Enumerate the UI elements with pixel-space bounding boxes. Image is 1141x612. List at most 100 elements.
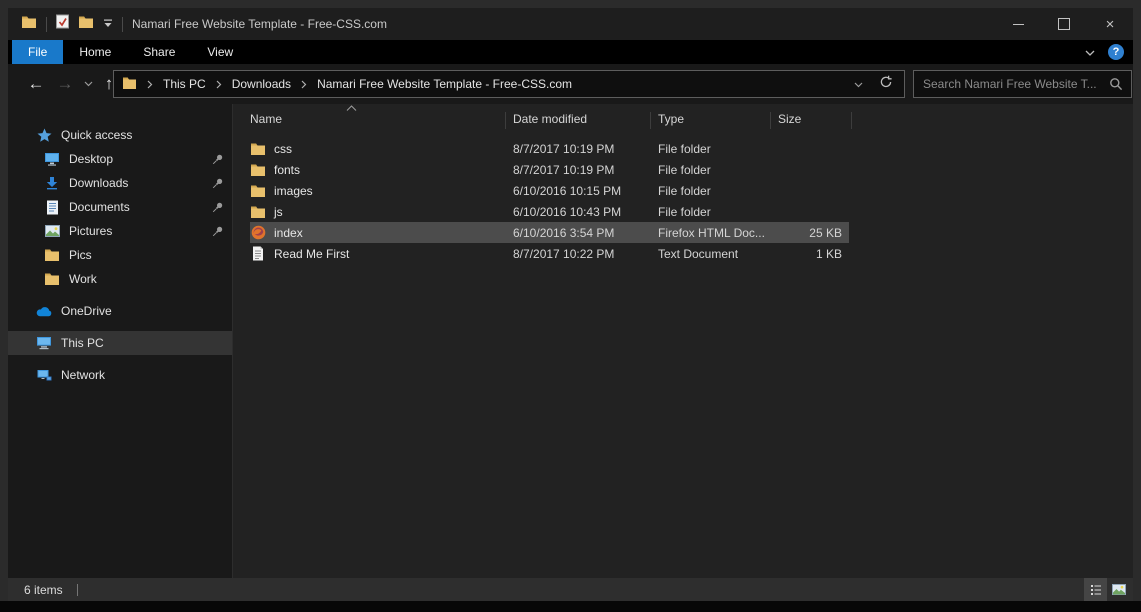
forward-button[interactable]: → — [54, 64, 76, 104]
column-separator[interactable] — [770, 112, 771, 129]
column-header-name[interactable]: Name — [250, 112, 282, 126]
sidebar-item-label: Documents — [69, 200, 130, 214]
address-bar-controls — [854, 75, 904, 94]
column-separator[interactable] — [505, 112, 506, 129]
file-row-css[interactable]: css8/7/2017 10:19 PMFile folder — [250, 138, 849, 159]
help-icon[interactable]: ? — [1108, 44, 1124, 60]
breadcrumb-item[interactable]: Downloads — [232, 77, 291, 91]
ribbon-expand-chevron-icon[interactable] — [1085, 43, 1095, 61]
refresh-icon[interactable] — [879, 75, 893, 94]
sort-ascending-icon[interactable] — [346, 105, 357, 111]
file-row-images[interactable]: images6/10/2016 10:15 PMFile folder — [250, 180, 849, 201]
sidebar-item-this-pc[interactable]: This PC — [8, 331, 232, 355]
sidebar-item-label: Desktop — [69, 152, 113, 166]
tab-share[interactable]: Share — [127, 40, 191, 64]
sidebar-item-label: Pics — [69, 248, 92, 262]
file-type-cell: File folder — [658, 163, 778, 177]
pin-icon[interactable] — [212, 177, 224, 189]
breadcrumb-item[interactable]: This PC — [163, 77, 206, 91]
search-icon[interactable] — [1109, 77, 1131, 91]
close-button[interactable]: × — [1087, 8, 1133, 40]
search-input[interactable] — [914, 77, 1109, 91]
column-separator[interactable] — [851, 112, 852, 129]
folder-icon — [250, 184, 266, 198]
column-header-type[interactable]: Type — [658, 112, 684, 126]
address-dropdown-chevron-icon[interactable] — [854, 75, 863, 93]
file-rows: css8/7/2017 10:19 PMFile folderfonts8/7/… — [233, 138, 1133, 264]
breadcrumb-chevron-icon[interactable] — [301, 80, 307, 89]
file-name-label: css — [274, 142, 292, 156]
sidebar-item-label: This PC — [61, 336, 104, 350]
maximize-icon — [1058, 18, 1070, 30]
tab-view[interactable]: View — [191, 40, 249, 64]
customize-quick-access-icon[interactable] — [103, 15, 113, 33]
ribbon-right-controls: ? — [1085, 40, 1124, 64]
quick-access-toolbar — [8, 14, 123, 34]
details-view-button[interactable] — [1084, 578, 1107, 601]
sidebar-item-downloads[interactable]: Downloads — [8, 171, 232, 195]
address-bar[interactable]: This PC Downloads Namari Free Website Temp… — [113, 70, 905, 98]
folder-icon — [250, 163, 266, 177]
file-row-read-me-first[interactable]: Read Me First8/7/2017 10:22 PMText Docum… — [250, 243, 849, 264]
file-date-cell: 6/10/2016 10:43 PM — [513, 205, 658, 219]
file-row-js[interactable]: js6/10/2016 10:43 PMFile folder — [250, 201, 849, 222]
maximize-button[interactable] — [1041, 8, 1087, 40]
sidebar-item-label: Downloads — [69, 176, 128, 190]
sidebar-item-onedrive[interactable]: OneDrive — [8, 299, 232, 323]
window-controls: × — [995, 8, 1133, 40]
file-date-cell: 6/10/2016 10:15 PM — [513, 184, 658, 198]
sidebar-item-quick-access[interactable]: Quick access — [8, 123, 232, 147]
properties-icon[interactable] — [56, 14, 69, 34]
sidebar-item-network[interactable]: Network — [8, 363, 232, 387]
minimize-button[interactable] — [995, 8, 1041, 40]
file-name-label: js — [274, 205, 283, 219]
titlebar-separator — [46, 17, 47, 32]
pin-icon[interactable] — [212, 225, 224, 237]
search-box — [913, 70, 1132, 98]
sidebar-item-pics[interactable]: Pics — [8, 243, 232, 267]
file-name-cell: js — [250, 205, 513, 219]
navigation-bar: ← → ↑ This PCDownloadsNamari Free Websit… — [8, 64, 1133, 104]
sidebar-item-documents[interactable]: Documents — [8, 195, 232, 219]
sidebar-item-work[interactable]: Work — [8, 267, 232, 291]
file-type-cell: Firefox HTML Doc... — [658, 226, 778, 240]
breadcrumb-chevron-icon[interactable] — [216, 80, 222, 89]
file-date-cell: 8/7/2017 10:22 PM — [513, 247, 658, 261]
file-type-cell: File folder — [658, 142, 778, 156]
titlebar: Namari Free Website Template - Free-CSS.… — [8, 8, 1133, 40]
file-name-label: index — [274, 226, 303, 240]
sidebar-item-label: Network — [61, 368, 105, 382]
sidebar-item-label: Quick access — [61, 128, 132, 142]
large-icons-view-button[interactable] — [1107, 578, 1130, 601]
back-button[interactable]: ← — [25, 64, 47, 104]
file-name-cell: Read Me First — [250, 246, 513, 261]
cloud-icon — [36, 306, 52, 317]
tab-home[interactable]: Home — [63, 40, 127, 64]
file-row-index[interactable]: index6/10/2016 3:54 PMFirefox HTML Doc..… — [250, 222, 849, 243]
file-name-cell: index — [250, 225, 513, 240]
explorer-window: Namari Free Website Template - Free-CSS.… — [8, 8, 1133, 601]
tab-file[interactable]: File — [12, 40, 63, 64]
sidebar-item-pictures[interactable]: Pictures — [8, 219, 232, 243]
pin-icon[interactable] — [212, 153, 224, 165]
column-header-size[interactable]: Size — [778, 112, 801, 126]
sidebar-item-desktop[interactable]: Desktop — [8, 147, 232, 171]
item-count-label: 6 items — [24, 583, 63, 597]
file-date-cell: 8/7/2017 10:19 PM — [513, 163, 658, 177]
breadcrumb-item[interactable]: Namari Free Website Template - Free-CSS.… — [317, 77, 572, 91]
breadcrumb-chevron-icon[interactable] — [147, 80, 153, 89]
desktop-icon — [44, 152, 60, 166]
sidebar-item-label: OneDrive — [61, 304, 112, 318]
pc-icon — [36, 336, 52, 350]
pin-icon[interactable] — [212, 201, 224, 213]
download-icon — [44, 176, 60, 190]
file-row-fonts[interactable]: fonts8/7/2017 10:19 PMFile folder — [250, 159, 849, 180]
app-folder-icon — [21, 15, 37, 34]
file-name-cell: css — [250, 142, 513, 156]
new-folder-icon[interactable] — [78, 15, 94, 34]
column-header-date-modified[interactable]: Date modified — [513, 112, 587, 126]
recent-locations-chevron-icon[interactable] — [80, 64, 96, 104]
status-separator — [77, 584, 78, 596]
column-separator[interactable] — [650, 112, 651, 129]
file-name-label: images — [274, 184, 313, 198]
